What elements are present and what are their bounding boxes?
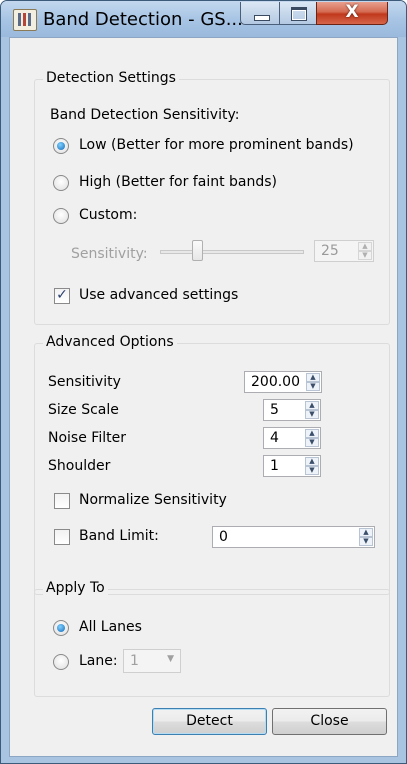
noise-filter-value: 4: [270, 430, 279, 446]
title-bar[interactable]: Band Detection - GS... X: [1, 1, 406, 37]
close-icon: X: [345, 2, 359, 22]
spin-up-icon[interactable]: ▲: [358, 242, 372, 251]
sensitivity-spinbox[interactable]: 200.00 ▲ ▼: [244, 371, 322, 393]
shoulder-spinbox[interactable]: 1 ▲ ▼: [263, 455, 321, 477]
minimize-icon: [254, 15, 270, 21]
close-button[interactable]: Close: [272, 708, 387, 735]
band-limit-spinbox[interactable]: 0 ▲ ▼: [212, 526, 375, 548]
size-scale-value: 5: [270, 402, 279, 418]
detect-button[interactable]: Detect: [152, 708, 267, 735]
apply-to-group: Apply To: [34, 580, 390, 697]
sensitivity-label: Sensitivity: [48, 374, 121, 390]
band-limit-checkbox[interactable]: [54, 529, 70, 545]
radio-low-label[interactable]: Low (Better for more prominent bands): [79, 137, 354, 153]
spin-down-icon[interactable]: ▼: [305, 410, 319, 419]
spin-up-icon[interactable]: ▲: [305, 457, 319, 466]
custom-sensitivity-spinbox[interactable]: 25 ▲ ▼: [314, 240, 374, 262]
size-scale-label: Size Scale: [48, 402, 119, 418]
spin-down-icon[interactable]: ▼: [306, 382, 320, 391]
spin-down-icon[interactable]: ▼: [305, 466, 319, 475]
all-lanes-label[interactable]: All Lanes: [79, 619, 142, 635]
custom-sensitivity-slider-track: [160, 250, 304, 254]
radio-custom[interactable]: [53, 208, 69, 224]
lane-dropdown[interactable]: 1 ▼: [123, 649, 181, 673]
custom-sensitivity-label: Sensitivity:: [71, 246, 148, 262]
size-scale-spinbox[interactable]: 5 ▲ ▼: [263, 399, 321, 421]
spin-up-icon[interactable]: ▲: [306, 373, 320, 382]
sensitivity-value: 200.00: [251, 374, 300, 390]
normalize-sensitivity-label[interactable]: Normalize Sensitivity: [79, 492, 227, 508]
spin-down-icon[interactable]: ▼: [358, 251, 372, 260]
radio-all-lanes[interactable]: [53, 620, 69, 636]
lane-label[interactable]: Lane:: [79, 653, 118, 669]
radio-high-label[interactable]: High (Better for faint bands): [79, 174, 277, 190]
use-advanced-checkbox[interactable]: ✓: [54, 288, 70, 304]
shoulder-value: 1: [270, 458, 279, 474]
dialog-body: Detection Settings Band Detection Sensit…: [9, 37, 398, 757]
dialog-window: Band Detection - GS... X Detection Setti…: [0, 0, 407, 764]
maximize-icon: [291, 7, 307, 21]
sensitivity-heading: Band Detection Sensitivity:: [50, 107, 240, 123]
band-limit-label[interactable]: Band Limit:: [79, 528, 159, 544]
apply-to-title: Apply To: [43, 580, 108, 596]
spin-down-icon[interactable]: ▼: [359, 537, 373, 546]
maximize-button[interactable]: [279, 2, 317, 25]
advanced-options-title: Advanced Options: [43, 334, 177, 350]
spin-down-icon[interactable]: ▼: [305, 438, 319, 447]
radio-low[interactable]: [53, 138, 69, 154]
normalize-sensitivity-checkbox[interactable]: [54, 493, 70, 509]
lane-value: 1: [130, 653, 139, 669]
custom-sensitivity-slider-thumb[interactable]: [192, 240, 203, 261]
minimize-button[interactable]: [240, 2, 280, 25]
band-limit-value: 0: [219, 529, 228, 545]
custom-sensitivity-value: 25: [321, 243, 339, 259]
spin-up-icon[interactable]: ▲: [359, 528, 373, 537]
close-window-button[interactable]: X: [316, 2, 388, 25]
window-title: Band Detection - GS...: [43, 9, 243, 30]
checkmark-icon: ✓: [56, 287, 68, 303]
radio-custom-label[interactable]: Custom:: [79, 207, 137, 223]
app-gel-icon: [13, 9, 37, 31]
noise-filter-label: Noise Filter: [48, 430, 126, 446]
spin-up-icon[interactable]: ▲: [305, 401, 319, 410]
detection-settings-title: Detection Settings: [43, 70, 179, 86]
radio-high[interactable]: [53, 175, 69, 191]
noise-filter-spinbox[interactable]: 4 ▲ ▼: [263, 427, 321, 449]
spin-up-icon[interactable]: ▲: [305, 429, 319, 438]
radio-lane[interactable]: [53, 654, 69, 670]
chevron-down-icon: ▼: [167, 654, 174, 664]
shoulder-label: Shoulder: [48, 458, 111, 474]
use-advanced-label[interactable]: Use advanced settings: [79, 287, 238, 303]
